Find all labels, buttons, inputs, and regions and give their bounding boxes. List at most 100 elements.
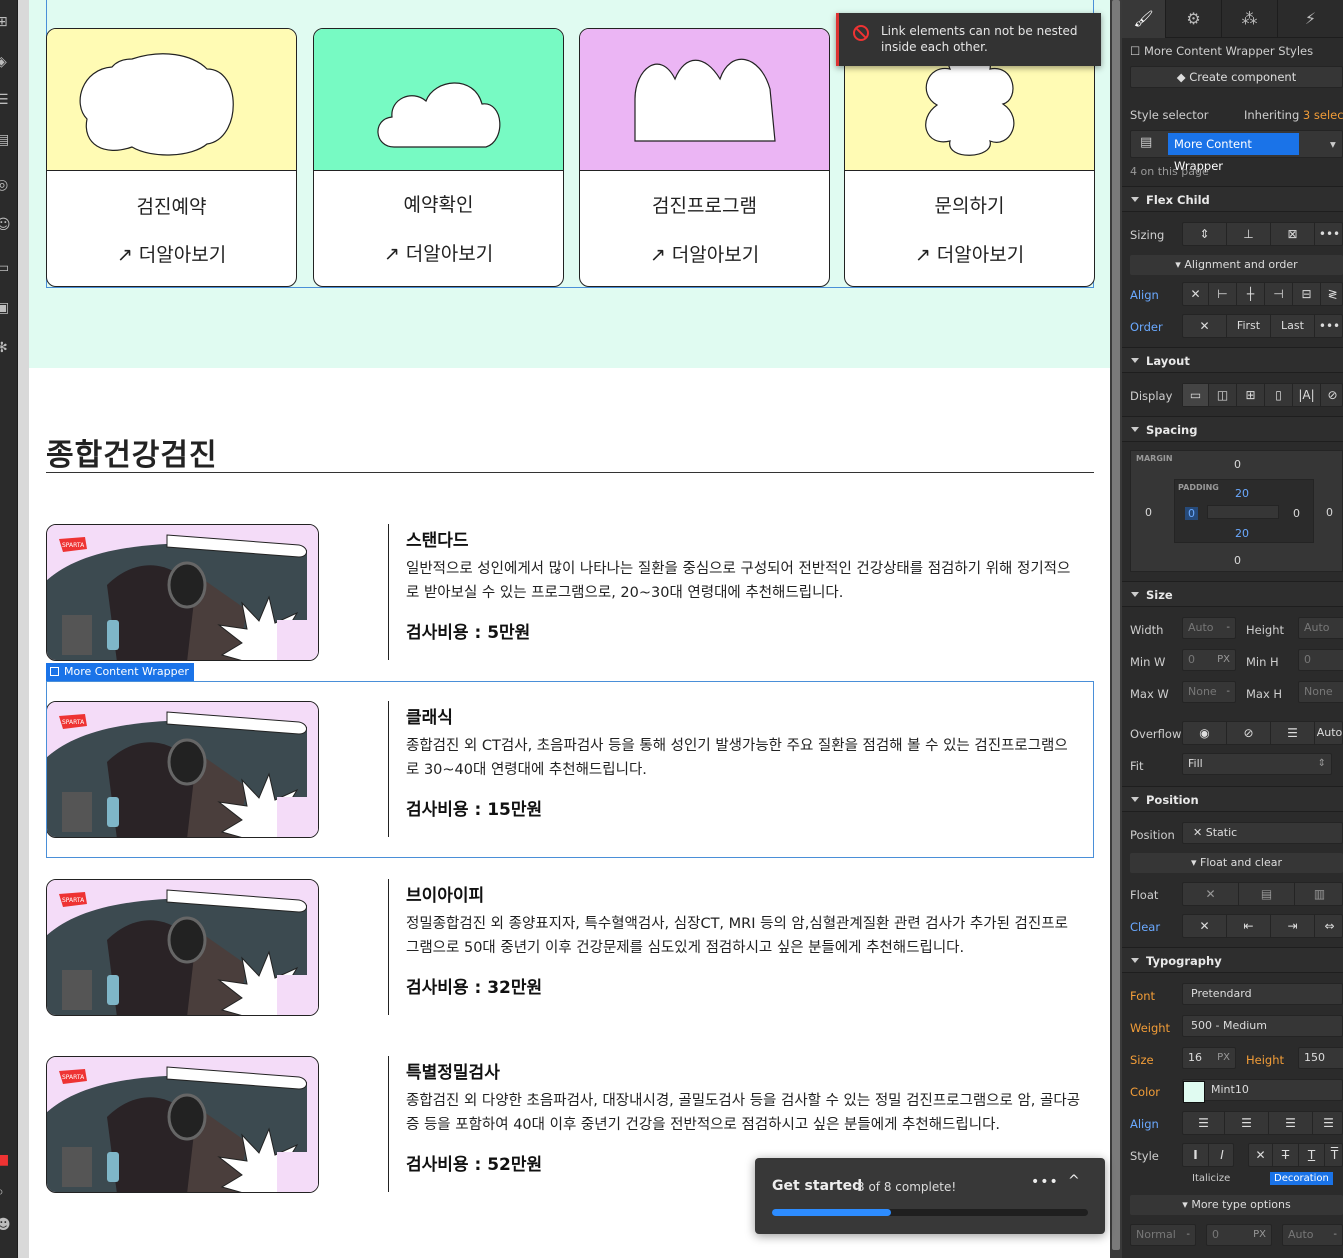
float-left-icon[interactable]: ▤ — [1239, 883, 1295, 905]
clear-none-icon[interactable]: ✕ — [1183, 915, 1227, 937]
width-input[interactable]: Auto - — [1182, 617, 1236, 639]
selected-element-tag[interactable]: More Content Wrapper — [46, 663, 194, 681]
align-left-icon[interactable]: ☰ — [1183, 1112, 1225, 1134]
ecommerce-icon[interactable]: ▭ — [0, 258, 18, 278]
style-tab-brush-icon[interactable]: 🖌 — [1122, 0, 1166, 38]
record-icon[interactable]: ■ — [0, 1150, 18, 1170]
align-justify-icon[interactable]: ☰ — [1313, 1112, 1343, 1134]
users-icon[interactable]: ☺ — [0, 215, 18, 235]
order-first-button[interactable]: First — [1227, 315, 1271, 337]
clear-left-icon[interactable]: ⇤ — [1227, 915, 1271, 937]
inheriting-label[interactable]: Inheriting 3 selectors — [1244, 108, 1343, 122]
overflow-visible-eye-icon[interactable]: ◉ — [1183, 722, 1227, 744]
overflow-hidden-icon[interactable]: ⊘ — [1227, 722, 1271, 744]
padding-right-value[interactable]: 0 — [1293, 507, 1300, 520]
float-clear-toggle[interactable]: ▾ Float and clear — [1130, 853, 1343, 873]
align-none-icon[interactable]: ✕ — [1183, 283, 1209, 305]
navigator-icon[interactable]: ☰ — [0, 90, 18, 110]
text-indent-input[interactable]: 0 PX — [1206, 1224, 1272, 1246]
display-inline-block-icon[interactable]: ▯ — [1265, 384, 1293, 406]
wrapper-styles-checkbox[interactable]: ☐ More Content Wrapper Styles — [1130, 44, 1313, 58]
flex-child-header[interactable]: Flex Child — [1122, 186, 1343, 212]
service-card-program[interactable]: 검진프로그램 ↗ 더알아보기 — [579, 28, 830, 287]
display-inline-icon[interactable]: |A| — [1293, 384, 1321, 406]
fit-select[interactable]: Fill ⇕ — [1182, 753, 1332, 775]
display-none-icon[interactable]: ⊘ — [1321, 384, 1343, 406]
service-more-link[interactable]: ↗ 더알아보기 — [580, 240, 829, 267]
help-icon[interactable]: ☻ — [0, 1215, 18, 1235]
selector-type-icon[interactable]: ▤ — [1140, 135, 1152, 150]
sizing-shrink-icon[interactable]: ⇕ — [1183, 223, 1227, 245]
spacing-header[interactable]: Spacing — [1122, 416, 1343, 442]
position-select[interactable]: ✕ Static — [1182, 822, 1343, 844]
margin-bottom-value[interactable]: 0 — [1234, 554, 1241, 567]
sizing-none-icon[interactable]: ⊠ — [1271, 223, 1315, 245]
service-more-link[interactable]: ↗ 더알아보기 — [314, 239, 563, 266]
padding-bottom-value[interactable]: 20 — [1235, 527, 1249, 540]
selector-dropdown-icon[interactable]: ▾ — [1330, 137, 1336, 151]
padding-left-value[interactable]: 0 — [1185, 507, 1198, 520]
create-component-button[interactable]: ◆ Create component — [1130, 66, 1343, 88]
padding-top-value[interactable]: 20 — [1235, 487, 1249, 500]
interactions-tab-drops-icon[interactable]: ⁂ — [1222, 0, 1278, 38]
more-options-icon[interactable]: ••• — [1031, 1174, 1059, 1190]
selector-pill[interactable]: More Content Wrapper — [1168, 133, 1299, 173]
margin-top-value[interactable]: 0 — [1234, 458, 1241, 471]
alignment-order-toggle[interactable]: ▾ Alignment and order — [1130, 255, 1343, 275]
min-height-input[interactable]: 0 — [1298, 649, 1343, 671]
more-icon[interactable]: ••• — [1315, 223, 1343, 245]
display-grid-icon[interactable]: ⊞ — [1237, 384, 1265, 406]
overflow-scroll-icon[interactable]: ☰ — [1271, 722, 1315, 744]
sizing-grow-icon[interactable]: ⊥ — [1227, 223, 1271, 245]
align-center-icon[interactable]: ┼ — [1237, 283, 1265, 305]
cms-icon[interactable]: ◎ — [0, 175, 18, 195]
align-baseline-icon[interactable]: ≷ — [1321, 283, 1343, 305]
italic-off-icon[interactable]: I — [1183, 1144, 1209, 1166]
min-width-input[interactable]: 0 PX — [1182, 649, 1236, 671]
overline-icon[interactable]: T — [1325, 1144, 1343, 1166]
layout-header[interactable]: Layout — [1122, 347, 1343, 373]
underline-icon[interactable]: T — [1299, 1144, 1325, 1166]
service-card-reservation[interactable]: 검진예약 ↗ 더알아보기 — [46, 28, 297, 287]
lightning-tab-icon[interactable]: ⚡ — [1278, 0, 1343, 38]
float-right-icon[interactable]: ▥ — [1295, 883, 1343, 905]
strikethrough-icon[interactable]: T — [1273, 1144, 1299, 1166]
align-center-text-icon[interactable]: ☰ — [1225, 1112, 1269, 1134]
float-none-icon[interactable]: ✕ — [1183, 883, 1239, 905]
design-canvas[interactable]: 검진예약 ↗ 더알아보기 예약확인 ↗ 더알아보기 검진프로그램 ↗ 더알아보기 — [29, 0, 1110, 1258]
service-more-link[interactable]: ↗ 더알아보기 — [845, 240, 1094, 267]
size-header[interactable]: Size — [1122, 581, 1343, 607]
chevron-up-icon[interactable]: ^ — [1068, 1173, 1080, 1189]
line-height-input[interactable]: 150 — [1298, 1047, 1343, 1069]
margin-right-value[interactable]: 0 — [1326, 506, 1333, 519]
service-card-check[interactable]: 예약확인 ↗ 더알아보기 — [313, 28, 564, 287]
weight-select[interactable]: 500 - Medium — [1182, 1015, 1343, 1037]
align-stretch-icon[interactable]: ⊟ — [1293, 283, 1321, 305]
clear-right-icon[interactable]: ⇥ — [1271, 915, 1315, 937]
more-icon[interactable]: ••• — [1315, 315, 1343, 337]
display-block-icon[interactable]: ▭ — [1183, 384, 1209, 406]
align-right-icon[interactable]: ☰ — [1269, 1112, 1313, 1134]
display-flex-icon[interactable]: ◫ — [1209, 384, 1237, 406]
typography-header[interactable]: Typography — [1122, 947, 1343, 973]
get-started-panel[interactable]: Get started 3 of 8 complete! ••• ^ — [755, 1158, 1105, 1234]
font-select[interactable]: Pretendard — [1182, 983, 1343, 1005]
more-type-toggle[interactable]: ▾ More type options — [1130, 1195, 1343, 1215]
max-width-input[interactable]: None - — [1182, 681, 1236, 703]
position-header[interactable]: Position — [1122, 786, 1343, 812]
overflow-auto-button[interactable]: Auto — [1315, 722, 1343, 744]
font-size-input[interactable]: 16 PX — [1182, 1047, 1236, 1069]
settings-icon[interactable]: ✻ — [0, 338, 18, 358]
height-input[interactable]: Auto — [1298, 617, 1343, 639]
search-icon[interactable]: ⌕ — [0, 1182, 18, 1202]
scrollbar-thumb[interactable] — [1112, 0, 1120, 1250]
add-icon[interactable]: ⊞ — [0, 12, 18, 32]
order-last-button[interactable]: Last — [1271, 315, 1315, 337]
pages-icon[interactable]: ▤ — [0, 130, 18, 150]
columns-input[interactable]: Auto - — [1282, 1224, 1343, 1246]
align-start-icon[interactable]: ⊢ — [1209, 283, 1237, 305]
italic-on-icon[interactable]: I — [1209, 1144, 1235, 1166]
service-more-link[interactable]: ↗ 더알아보기 — [47, 240, 296, 267]
settings-tab-gear-icon[interactable]: ⚙ — [1166, 0, 1222, 38]
decoration-none-icon[interactable]: ✕ — [1249, 1144, 1273, 1166]
